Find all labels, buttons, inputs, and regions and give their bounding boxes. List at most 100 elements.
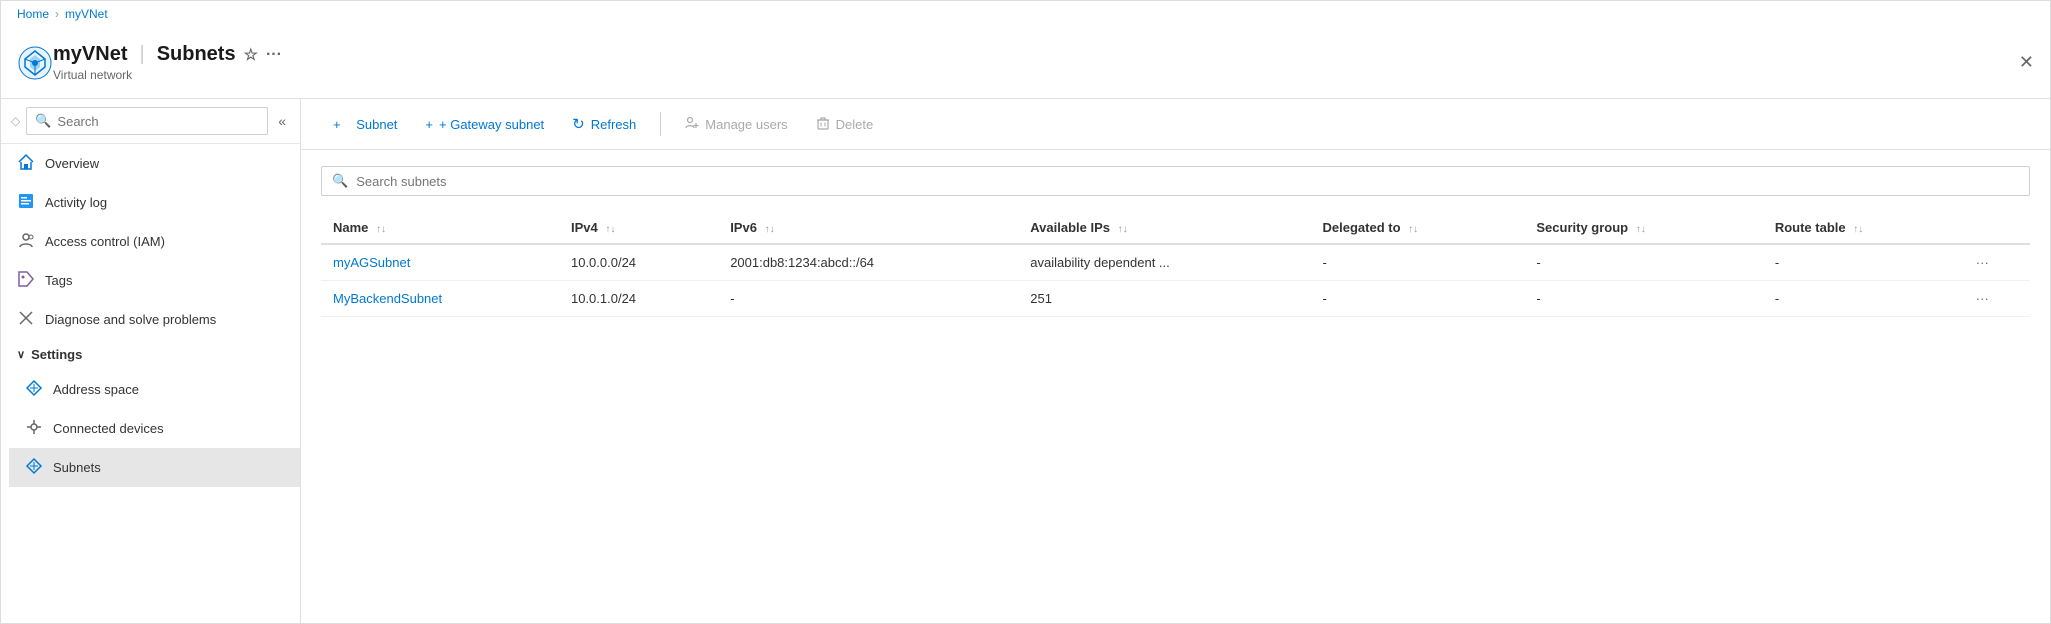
sort-route-table-icon[interactable]: ↑↓ [1853,224,1863,235]
sidebar-item-label: Activity log [45,195,107,210]
add-icon: + [425,117,433,132]
col-delegated-to: Delegated to ↑↓ [1311,212,1525,244]
sidebar-item-tags[interactable]: Tags [1,261,300,300]
breadcrumb: Home › myVNet [1,1,2050,27]
sidebar-item-label: Subnets [53,460,101,475]
page-title: Subnets [157,43,236,66]
sort-available-ips-icon[interactable]: ↑↓ [1118,224,1128,235]
sidebar-search-input[interactable] [57,114,259,129]
close-icon[interactable]: ✕ [2019,52,2034,73]
connected-devices-icon [25,418,43,439]
cell-route-table: - [1763,281,1964,317]
resource-type: Virtual network [53,68,2019,82]
sidebar-item-connected-devices[interactable]: Connected devices [9,409,300,448]
sidebar-item-overview[interactable]: Overview [1,144,300,183]
subnets-table: Name ↑↓ IPv4 ↑↓ IPv6 ↑↓ [321,212,2030,317]
sort-name-icon[interactable]: ↑↓ [376,224,386,235]
iam-icon [17,231,35,252]
vnet-logo [17,45,53,81]
search-icon: 🔍 [35,113,51,129]
activity-log-icon [17,192,35,213]
more-options-icon[interactable]: ··· [266,46,282,64]
sidebar-item-label: Tags [45,273,72,288]
address-space-icon [25,379,43,400]
sidebar-item-activity-log[interactable]: Activity log [1,183,300,222]
resource-name: myVNet [53,43,127,66]
add-subnet-button[interactable]: + Subnet [321,111,409,138]
cell-available-ips: 251 [1018,281,1310,317]
sidebar-item-iam[interactable]: Access control (IAM) [1,222,300,261]
breadcrumb-resource[interactable]: myVNet [65,7,108,21]
col-ipv4: IPv4 ↑↓ [559,212,718,244]
toolbar: + Subnet + + Gateway subnet ↻ Refresh Ma… [301,99,2050,150]
sidebar-item-label: Access control (IAM) [45,234,165,249]
add-subnet-plus-icon: + [333,117,341,132]
sort-security-group-icon[interactable]: ↑↓ [1636,224,1646,235]
cell-name: MyBackendSubnet [321,281,559,317]
search-subnets-box[interactable]: 🔍 [321,166,2030,196]
refresh-button[interactable]: ↻ Refresh [560,109,648,139]
settings-section-header[interactable]: ∨ Settings [1,339,300,370]
sidebar-item-address-space[interactable]: Address space [9,370,300,409]
sort-ipv6-icon[interactable]: ↑↓ [765,224,775,235]
cell-security-group: - [1524,244,1762,281]
cell-route-table: - [1763,244,1964,281]
settings-chevron-icon: ∨ [17,348,25,361]
sidebar-item-label: Overview [45,156,99,171]
manage-users-button[interactable]: Manage users [673,110,799,139]
cell-row-actions[interactable]: ··· [1964,281,2030,317]
add-gateway-subnet-button[interactable]: + + Gateway subnet [413,111,556,138]
table-area: 🔍 Name ↑↓ IPv4 ↑↓ [301,150,2050,623]
collapse-sidebar-button[interactable]: « [274,109,290,133]
top-bar: myVNet | Subnets ☆ ··· Virtual network ✕ [1,27,2050,99]
right-panel: + Subnet + + Gateway subnet ↻ Refresh Ma… [301,99,2050,623]
sort-delegated-to-icon[interactable]: ↑↓ [1408,224,1418,235]
cell-security-group: - [1524,281,1762,317]
cell-name: myAGSubnet [321,244,559,281]
col-name: Name ↑↓ [321,212,559,244]
cell-delegated-to: - [1311,244,1525,281]
settings-section-label: Settings [31,347,82,362]
col-actions [1964,212,2030,244]
cell-row-actions[interactable]: ··· [1964,244,2030,281]
toolbar-separator [660,112,661,136]
table-header-row: Name ↑↓ IPv4 ↑↓ IPv6 ↑↓ [321,212,2030,244]
sidebar-item-label: Diagnose and solve problems [45,312,216,327]
cell-ipv4: 10.0.1.0/24 [559,281,718,317]
sidebar-item-subnets[interactable]: Subnets [9,448,300,487]
search-subnets-input[interactable] [356,174,2019,189]
main-content: ◇ 🔍 « Overview Activity log [1,99,2050,623]
col-available-ips: Available IPs ↑↓ [1018,212,1310,244]
subnets-icon [25,457,43,478]
col-security-group: Security group ↑↓ [1524,212,1762,244]
subnet-name-link[interactable]: myAGSubnet [333,255,410,270]
favorite-icon[interactable]: ☆ [244,45,258,65]
sidebar-search-box[interactable]: 🔍 [26,107,268,135]
table-row: MyBackendSubnet 10.0.1.0/24 - 251 - - - … [321,281,2030,317]
sidebar-search-row: ◇ 🔍 « [1,99,300,144]
overview-icon [17,153,35,174]
breadcrumb-home[interactable]: Home [17,7,49,21]
cell-ipv6: 2001:db8:1234:abcd::/64 [718,244,1018,281]
table-row: myAGSubnet 10.0.0.0/24 2001:db8:1234:abc… [321,244,2030,281]
refresh-icon: ↻ [572,115,585,133]
delete-button[interactable]: Delete [804,110,886,139]
diamond-icon: ◇ [11,114,20,128]
cell-ipv4: 10.0.0.0/24 [559,244,718,281]
sort-ipv4-icon[interactable]: ↑↓ [605,224,615,235]
sidebar-item-label: Address space [53,382,139,397]
sidebar-item-diagnose[interactable]: Diagnose and solve problems [1,300,300,339]
tags-icon [17,270,35,291]
sidebar-item-label: Connected devices [53,421,164,436]
cell-delegated-to: - [1311,281,1525,317]
search-icon: 🔍 [332,173,348,189]
sidebar: ◇ 🔍 « Overview Activity log [1,99,301,623]
cell-available-ips: availability dependent ... [1018,244,1310,281]
col-ipv6: IPv6 ↑↓ [718,212,1018,244]
delete-icon [816,116,830,133]
col-route-table: Route table ↑↓ [1763,212,1964,244]
manage-users-icon [685,116,699,133]
diagnose-icon [17,309,35,330]
subnet-name-link[interactable]: MyBackendSubnet [333,291,442,306]
cell-ipv6: - [718,281,1018,317]
